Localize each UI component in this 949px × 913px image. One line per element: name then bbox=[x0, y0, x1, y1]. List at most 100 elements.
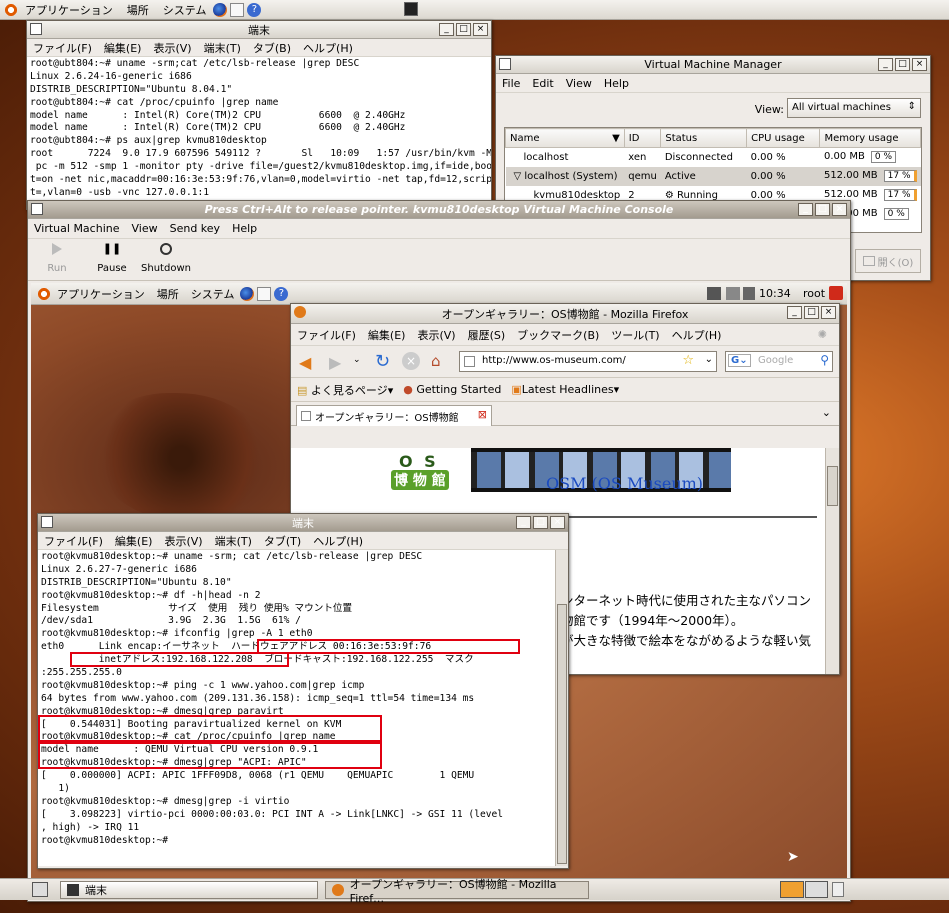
url-dropdown-icon[interactable]: ⌄ bbox=[705, 354, 713, 365]
workspace-switcher[interactable] bbox=[780, 881, 828, 898]
close-button[interactable]: × bbox=[821, 306, 836, 319]
menu-history[interactable]: 履歴(S) bbox=[462, 327, 512, 343]
maximize-button[interactable]: □ bbox=[804, 306, 819, 319]
menu-edit[interactable]: Edit bbox=[526, 77, 559, 90]
close-button[interactable]: × bbox=[473, 23, 488, 36]
menu-view[interactable]: View bbox=[560, 77, 598, 90]
menu-help[interactable]: Help bbox=[226, 222, 263, 235]
pause-button[interactable]: ❚❚ Pause bbox=[92, 243, 132, 275]
run-button[interactable]: Run bbox=[40, 243, 74, 274]
terminal-output[interactable]: root@kvmu810desktop:~# uname -srm; cat /… bbox=[38, 550, 568, 866]
minimize-button[interactable]: _ bbox=[878, 58, 893, 71]
taskbar-item-firefox[interactable]: オープンギャラリー：OS博物館 - Mozilla Firef… bbox=[325, 878, 589, 905]
user-name[interactable]: root bbox=[803, 287, 825, 300]
menu-help[interactable]: Help bbox=[598, 77, 635, 90]
open-button[interactable]: 開く(O) bbox=[855, 249, 921, 273]
menu-file[interactable]: ファイル(F) bbox=[291, 327, 362, 343]
menu-edit[interactable]: 編集(E) bbox=[109, 533, 159, 549]
terminal-launcher-icon[interactable] bbox=[404, 2, 418, 16]
show-desktop-icon[interactable] bbox=[32, 882, 48, 897]
menu-file[interactable]: File bbox=[496, 77, 526, 90]
taskbar-item-terminal[interactable]: 端末 bbox=[60, 881, 318, 899]
maximize-button[interactable]: □ bbox=[533, 516, 548, 529]
trash-icon[interactable] bbox=[832, 882, 844, 897]
title-bar[interactable]: オープンギャラリー：OS博物館 - Mozilla Firefox _ □ × bbox=[291, 304, 839, 324]
mail-launcher-icon[interactable] bbox=[257, 286, 272, 301]
history-dropdown-icon[interactable]: ⌄ bbox=[353, 355, 361, 365]
home-icon[interactable]: ⌂ bbox=[431, 352, 441, 370]
title-bar[interactable]: Press Ctrl+Alt to release pointer. kvmu8… bbox=[28, 201, 850, 219]
printer-icon[interactable] bbox=[726, 287, 740, 300]
reload-icon[interactable]: ↻ bbox=[375, 351, 390, 372]
browser-tab[interactable]: オープンギャラリー：OS博物館 ⊠ bbox=[296, 405, 492, 426]
menu-edit[interactable]: 編集(E) bbox=[362, 327, 412, 343]
bookmark-getting-started[interactable]: ● Getting Started bbox=[403, 383, 501, 396]
network-icon[interactable] bbox=[707, 287, 721, 300]
view-select[interactable]: All virtual machines ⇕ bbox=[787, 98, 921, 118]
expander-icon[interactable]: ▽ bbox=[514, 171, 525, 182]
menu-virtual-machine[interactable]: Virtual Machine bbox=[28, 222, 126, 235]
tab-list-icon[interactable]: ⌄ bbox=[822, 406, 831, 419]
page-scrollbar[interactable] bbox=[825, 448, 839, 674]
tab-close-icon[interactable]: ⊠ bbox=[478, 408, 487, 421]
volume-icon[interactable] bbox=[743, 287, 755, 300]
power-icon[interactable] bbox=[829, 286, 843, 300]
menu-system[interactable]: システム bbox=[156, 2, 214, 18]
close-button[interactable]: × bbox=[912, 58, 927, 71]
firefox-launcher-icon[interactable] bbox=[213, 2, 228, 17]
menu-view[interactable]: View bbox=[126, 222, 164, 235]
table-row[interactable]: ▽ localhost (System) qemu Active 0.00 % 512.… bbox=[505, 166, 921, 186]
scroll-thumb[interactable] bbox=[827, 466, 838, 506]
minimize-button[interactable]: _ bbox=[439, 23, 454, 36]
close-button[interactable]: × bbox=[550, 516, 565, 529]
help-launcher-icon[interactable]: ? bbox=[274, 286, 289, 301]
col-name[interactable]: Name ▼ bbox=[505, 128, 625, 148]
mail-launcher-icon[interactable] bbox=[230, 2, 245, 17]
menu-terminal[interactable]: 端末(T) bbox=[209, 533, 258, 549]
clock[interactable]: 10:34 bbox=[759, 287, 791, 300]
menu-view[interactable]: 表示(V) bbox=[147, 40, 197, 56]
minimize-button[interactable]: _ bbox=[787, 306, 802, 319]
search-bar[interactable]: G⌄ Google ⚲ bbox=[725, 351, 833, 372]
maximize-button[interactable]: □ bbox=[815, 203, 830, 216]
shutdown-button[interactable]: Shutdown bbox=[140, 243, 192, 274]
menu-bookmarks[interactable]: ブックマーク(B) bbox=[511, 327, 605, 343]
stop-icon[interactable]: × bbox=[402, 352, 420, 370]
title-bar[interactable]: Virtual Machine Manager _ □ × bbox=[496, 56, 930, 74]
menu-file[interactable]: ファイル(F) bbox=[38, 533, 109, 549]
menu-applications[interactable]: アプリケーション bbox=[18, 2, 120, 18]
forward-icon[interactable]: ▶ bbox=[329, 353, 341, 372]
bookmark-most-visited[interactable]: ▤ よく見るページ▾ bbox=[297, 382, 393, 398]
minimize-button[interactable]: _ bbox=[798, 203, 813, 216]
terminal-output[interactable]: root@ubt804:~# uname -srm;cat /etc/lsb-r… bbox=[27, 57, 491, 209]
menu-file[interactable]: ファイル(F) bbox=[27, 40, 98, 56]
url-bar[interactable]: http://www.os-museum.com/ ☆ ⌄ bbox=[459, 351, 717, 372]
maximize-button[interactable]: □ bbox=[456, 23, 471, 36]
back-icon[interactable]: ◀ bbox=[299, 353, 311, 372]
close-button[interactable]: × bbox=[832, 203, 847, 216]
ubuntu-logo-icon[interactable] bbox=[37, 286, 51, 301]
terminal-scrollbar[interactable] bbox=[555, 550, 568, 866]
minimize-button[interactable]: _ bbox=[516, 516, 531, 529]
bookmark-star-icon[interactable]: ☆ bbox=[682, 353, 694, 368]
maximize-button[interactable]: □ bbox=[895, 58, 910, 71]
title-bar[interactable]: 端末 _ □ × bbox=[27, 21, 491, 39]
menu-help[interactable]: ヘルプ(H) bbox=[297, 40, 359, 56]
ubuntu-logo-icon[interactable] bbox=[4, 2, 18, 17]
help-launcher-icon[interactable]: ? bbox=[247, 2, 262, 17]
firefox-launcher-icon[interactable] bbox=[240, 286, 255, 301]
google-search-icon[interactable]: G⌄ bbox=[728, 354, 751, 367]
search-icon[interactable]: ⚲ bbox=[820, 353, 829, 367]
menu-view[interactable]: 表示(V) bbox=[158, 533, 208, 549]
guest-menu-system[interactable]: システム bbox=[185, 286, 241, 302]
menu-help[interactable]: ヘルプ(H) bbox=[666, 327, 728, 343]
guest-menu-places[interactable]: 場所 bbox=[151, 286, 185, 302]
guest-menu-applications[interactable]: アプリケーション bbox=[51, 286, 151, 302]
guest-screen[interactable]: アプリケーション 場所 システム ? 10:34 root オープンギャラリー：… bbox=[31, 283, 847, 897]
col-cpu[interactable]: CPU usage bbox=[746, 128, 821, 148]
menu-places[interactable]: 場所 bbox=[120, 2, 156, 18]
menu-view[interactable]: 表示(V) bbox=[411, 327, 461, 343]
table-row[interactable]: localhost xen Disconnected 0.00 % 0.00 MB 0 % bbox=[506, 148, 921, 167]
col-memory[interactable]: Memory usage bbox=[819, 128, 921, 148]
col-id[interactable]: ID bbox=[623, 128, 662, 148]
